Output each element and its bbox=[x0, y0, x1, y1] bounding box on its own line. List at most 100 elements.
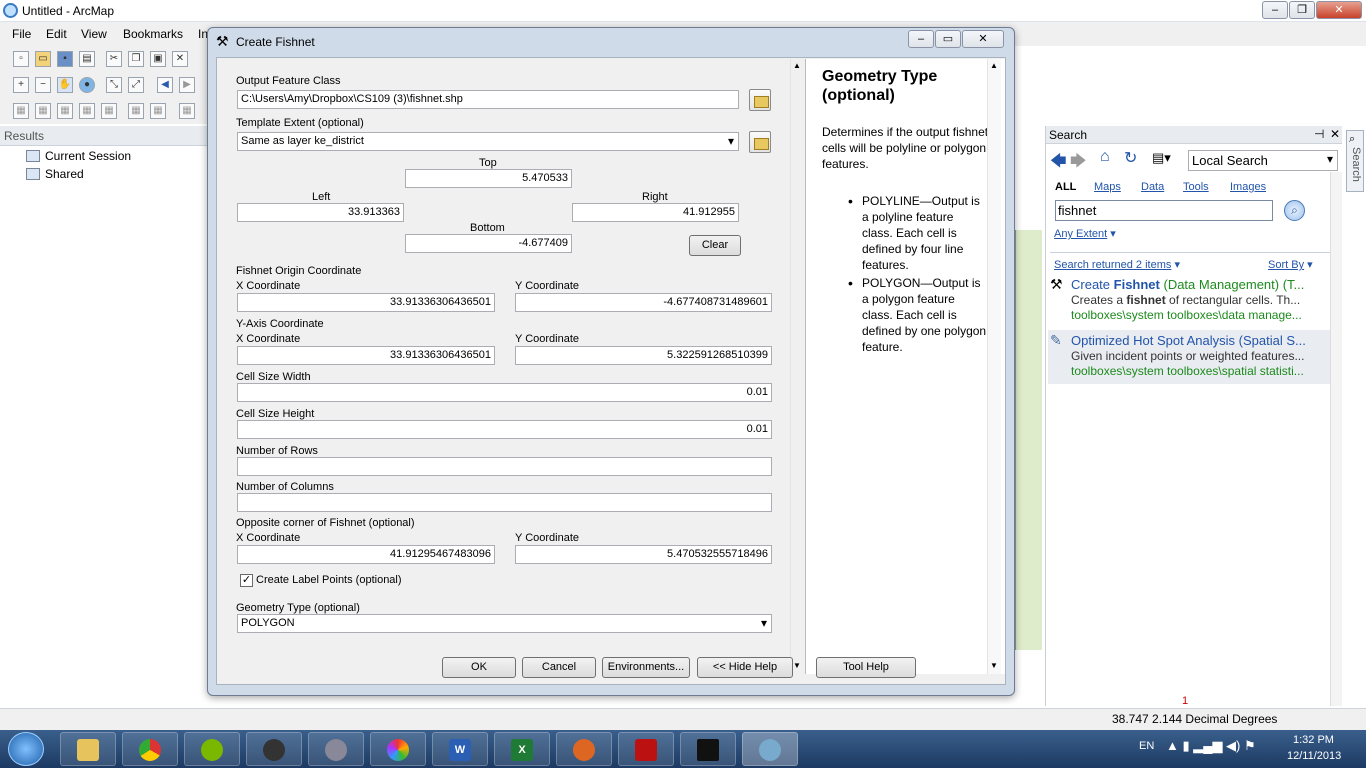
scroll-down-icon[interactable]: ▼ bbox=[793, 661, 801, 670]
full-extent-icon[interactable]: ● bbox=[79, 77, 95, 93]
form-scrollbar[interactable]: ▲ ▼ bbox=[790, 59, 804, 674]
close-button[interactable]: ✕ bbox=[1316, 1, 1362, 19]
cmd-task[interactable] bbox=[680, 732, 736, 766]
tree-item-shared[interactable]: Shared bbox=[26, 167, 84, 181]
zoom-out-icon[interactable]: − bbox=[35, 77, 51, 93]
any-extent-link[interactable]: Any Extent ▾ bbox=[1054, 227, 1116, 240]
search-result-item[interactable]: ⚒ Create Fishnet (Data Management) (T...… bbox=[1048, 274, 1330, 328]
new-doc-icon[interactable]: ▫ bbox=[13, 51, 29, 67]
tool-icon[interactable]: ▦ bbox=[35, 103, 51, 119]
zoom-in-icon[interactable]: + bbox=[13, 77, 29, 93]
opposite-y-input[interactable]: 5.470532555718496 bbox=[515, 545, 772, 564]
search-result-item[interactable]: ✎ Optimized Hot Spot Analysis (Spatial S… bbox=[1048, 330, 1330, 384]
cell-width-input[interactable]: 0.01 bbox=[237, 383, 772, 402]
tab-images[interactable]: Images bbox=[1230, 181, 1266, 193]
pin-icon[interactable]: ⊣ bbox=[1314, 127, 1324, 141]
word-task[interactable]: W bbox=[432, 732, 488, 766]
extent-right-input[interactable]: 41.912955 bbox=[572, 203, 739, 222]
hide-help-button[interactable]: << Hide Help bbox=[697, 657, 793, 678]
dialog-maximize-button[interactable]: ▭ bbox=[935, 30, 961, 48]
search-input[interactable] bbox=[1055, 200, 1273, 221]
yaxis-x-input[interactable]: 33.91336306436501 bbox=[237, 346, 495, 365]
extent-left-input[interactable]: 33.913363 bbox=[237, 203, 404, 222]
open-icon[interactable]: ▭ bbox=[35, 51, 51, 67]
chrome-task[interactable] bbox=[122, 732, 178, 766]
cell-height-input[interactable]: 0.01 bbox=[237, 420, 772, 439]
print-icon[interactable]: ▤ bbox=[79, 51, 95, 67]
origin-x-input[interactable]: 33.91336306436501 bbox=[237, 293, 495, 312]
cut-icon[interactable]: ✂ bbox=[106, 51, 122, 67]
cancel-button[interactable]: Cancel bbox=[522, 657, 596, 678]
extent-top-input[interactable]: 5.470533 bbox=[405, 169, 572, 188]
save-icon[interactable]: ▪ bbox=[57, 51, 73, 67]
picasa-task[interactable] bbox=[370, 732, 426, 766]
tool-help-button[interactable]: Tool Help bbox=[816, 657, 916, 678]
search-count-link[interactable]: Search returned 2 items ▾ bbox=[1054, 258, 1180, 271]
label-points-checkbox[interactable]: ✓ bbox=[240, 574, 253, 587]
search-close-icon[interactable]: ✕ bbox=[1330, 127, 1340, 141]
explorer-task[interactable] bbox=[60, 732, 116, 766]
spotify-task[interactable] bbox=[184, 732, 240, 766]
scroll-down-icon[interactable]: ▼ bbox=[990, 661, 998, 670]
help-scrollbar[interactable]: ▲ ▼ bbox=[987, 59, 1001, 674]
maximize-button[interactable]: ❐ bbox=[1289, 1, 1315, 19]
clear-button[interactable]: Clear bbox=[689, 235, 741, 256]
fixed-zoom-in-icon[interactable]: ⤡ bbox=[106, 77, 122, 93]
tool-icon[interactable]: ▦ bbox=[57, 103, 73, 119]
tool-icon[interactable]: ▦ bbox=[128, 103, 144, 119]
geometry-type-dropdown[interactable]: POLYGON bbox=[237, 614, 772, 633]
output-feature-class-input[interactable]: C:\Users\Amy\Dropbox\CS109 (3)\fishnet.s… bbox=[237, 90, 739, 109]
tool-icon[interactable]: ▦ bbox=[79, 103, 95, 119]
extent-bottom-input[interactable]: -4.677409 bbox=[405, 234, 572, 253]
tab-tools[interactable]: Tools bbox=[1183, 181, 1209, 193]
clock-time[interactable]: 1:32 PM bbox=[1293, 734, 1334, 746]
app-task[interactable] bbox=[308, 732, 364, 766]
home-icon[interactable]: ⌂ bbox=[1100, 148, 1110, 166]
tab-all[interactable]: ALL bbox=[1055, 181, 1076, 193]
language-indicator[interactable]: EN bbox=[1139, 740, 1154, 752]
forward-extent-icon[interactable]: ▶ bbox=[179, 77, 195, 93]
browse-folder-icon[interactable] bbox=[749, 131, 771, 153]
label-points-label[interactable]: Create Label Points (optional) bbox=[256, 574, 402, 586]
excel-task[interactable]: X bbox=[494, 732, 550, 766]
refresh-icon[interactable]: ↻ bbox=[1124, 148, 1137, 168]
opposite-x-input[interactable]: 41.91295467483096 bbox=[237, 545, 495, 564]
search-go-icon[interactable]: ⌕ bbox=[1284, 200, 1305, 221]
browse-folder-icon[interactable] bbox=[749, 89, 771, 111]
template-extent-dropdown[interactable]: Same as layer ke_district bbox=[237, 132, 739, 151]
menu-file[interactable]: File bbox=[12, 27, 31, 41]
environments-button[interactable]: Environments... bbox=[602, 657, 690, 678]
origin-y-input[interactable]: -4.677408731489601 bbox=[515, 293, 772, 312]
dialog-minimize-button[interactable]: – bbox=[908, 30, 934, 48]
tree-item-current-session[interactable]: Current Session bbox=[26, 149, 131, 163]
pan-icon[interactable]: ✋ bbox=[57, 77, 73, 93]
back-extent-icon[interactable]: ◀ bbox=[157, 77, 173, 93]
start-button[interactable] bbox=[8, 732, 44, 766]
delete-icon[interactable]: ✕ bbox=[172, 51, 188, 67]
fixed-zoom-out-icon[interactable]: ⤢ bbox=[128, 77, 144, 93]
app-task[interactable] bbox=[556, 732, 612, 766]
menu-bookmarks[interactable]: Bookmarks bbox=[123, 27, 183, 41]
app-task[interactable] bbox=[246, 732, 302, 766]
ok-button[interactable]: OK bbox=[442, 657, 516, 678]
sort-by-link[interactable]: Sort By ▾ bbox=[1268, 258, 1313, 271]
yaxis-y-input[interactable]: 5.322591268510399 bbox=[515, 346, 772, 365]
mendeley-task[interactable] bbox=[618, 732, 674, 766]
menu-edit[interactable]: Edit bbox=[46, 27, 67, 41]
clock-date[interactable]: 12/11/2013 bbox=[1287, 750, 1341, 762]
minimize-button[interactable]: – bbox=[1262, 1, 1288, 19]
copy-icon[interactable]: ❐ bbox=[128, 51, 144, 67]
scroll-up-icon[interactable]: ▲ bbox=[793, 61, 801, 70]
options-icon[interactable]: ▤▾ bbox=[1152, 150, 1171, 166]
back-icon[interactable]: 🡄 bbox=[1050, 150, 1067, 177]
search-scope-dropdown[interactable]: Local Search bbox=[1188, 150, 1338, 171]
paste-icon[interactable]: ▣ bbox=[150, 51, 166, 67]
rows-input[interactable] bbox=[237, 457, 772, 476]
forward-icon[interactable]: 🡆 bbox=[1070, 150, 1087, 177]
search-scrollbar[interactable] bbox=[1330, 172, 1342, 706]
tool-icon[interactable]: ▦ bbox=[101, 103, 117, 119]
tool-icon[interactable]: ▦ bbox=[13, 103, 29, 119]
search-side-tab[interactable]: ⌕ Search bbox=[1346, 130, 1364, 192]
menu-view[interactable]: View bbox=[81, 27, 107, 41]
tab-data[interactable]: Data bbox=[1141, 181, 1164, 193]
